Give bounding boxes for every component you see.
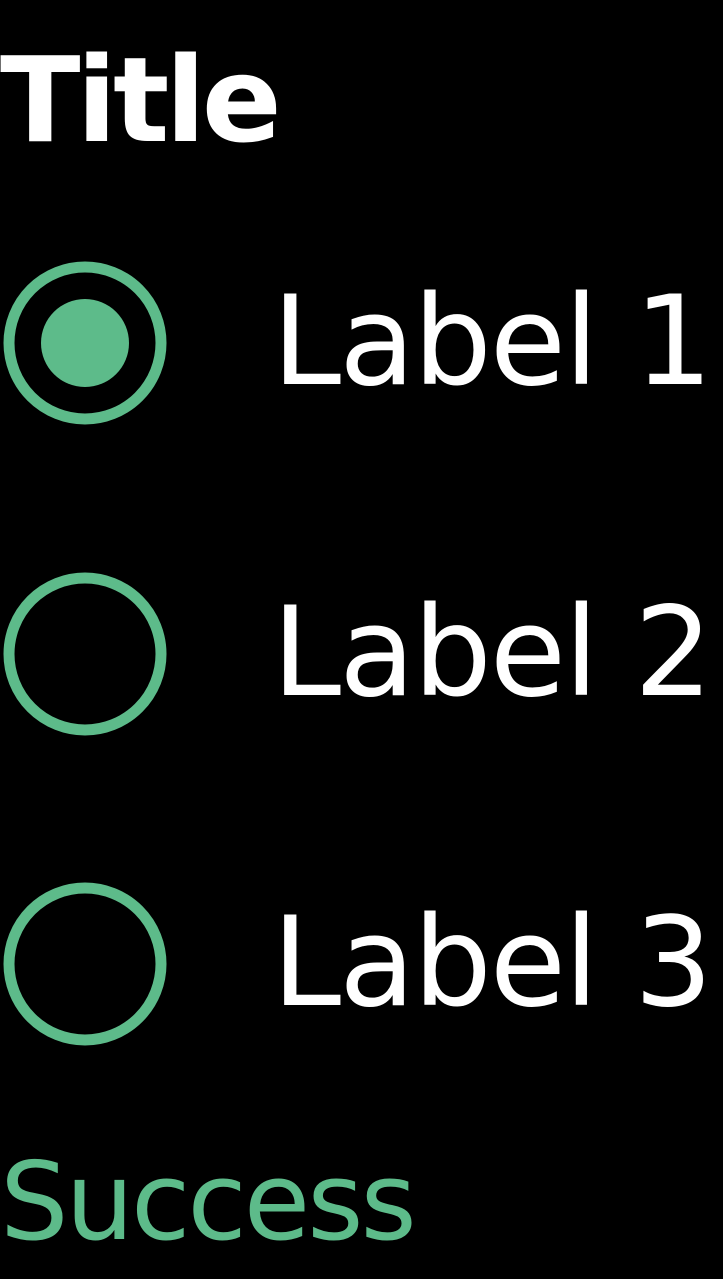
radio-button-2[interactable] bbox=[0, 569, 170, 739]
status-message: Success bbox=[0, 1140, 417, 1265]
radio-option-label-2[interactable]: Label 2 bbox=[0, 563, 723, 743]
radio-unselected-icon bbox=[3, 882, 167, 1046]
radio-option-label-3[interactable]: Label 3 bbox=[0, 873, 723, 1053]
page-title: Title bbox=[0, 31, 282, 169]
radio-label-3: Label 3 bbox=[272, 891, 713, 1035]
radio-button-1[interactable] bbox=[0, 258, 170, 428]
radio-label-2: Label 2 bbox=[272, 581, 713, 725]
radio-button-3[interactable] bbox=[0, 879, 170, 1049]
radio-unselected-icon bbox=[3, 572, 167, 736]
radio-label-1: Label 1 bbox=[272, 270, 713, 414]
radio-option-label-1[interactable]: Label 1 bbox=[0, 252, 723, 432]
radio-selected-icon bbox=[3, 261, 167, 425]
